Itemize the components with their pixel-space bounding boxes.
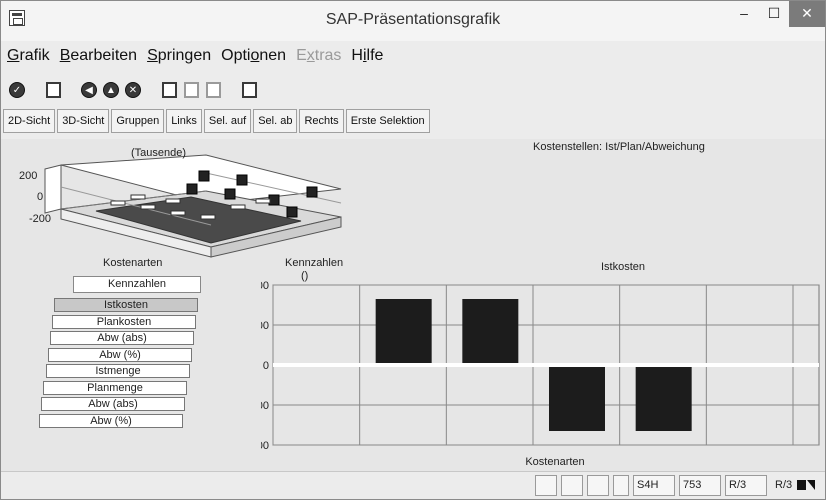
app-window: SAP-Präsentationsgrafik – ☐ ✕ Grafik Bear… — [0, 0, 826, 500]
status-session: 753 — [679, 475, 721, 496]
cancel-icon[interactable]: ✕ — [123, 80, 143, 100]
axis-kostenarten: Kostenarten — [103, 257, 163, 269]
bar — [635, 365, 692, 431]
y-tick-label: 100 — [261, 320, 269, 332]
y-unit-label: () — [301, 270, 308, 282]
back-icon[interactable]: ◀ — [79, 80, 99, 100]
overview-ytick-0: 0 — [37, 191, 44, 203]
legend-item[interactable]: Planmenge — [43, 380, 187, 395]
status-dropdown-icon[interactable] — [807, 480, 815, 490]
x-axis-label: Kostenarten — [525, 456, 584, 468]
view-button-sel-auf[interactable]: Sel. auf — [203, 109, 252, 133]
status-bar: S4H 753 R/3 R/3 — [1, 471, 825, 499]
status-field-empty-4 — [613, 475, 629, 496]
overview-unit-label: (Tausende) — [131, 147, 187, 159]
toolbar: ✓ ◀ ▲ ✕ — [7, 78, 261, 102]
find-icon[interactable] — [181, 80, 201, 100]
view-button-row: 2D-Sicht 3D-Sicht Gruppen Links Sel. auf Sel.… — [3, 109, 432, 133]
legend-header[interactable]: Kennzahlen — [73, 276, 201, 293]
status-client: R/3 — [725, 475, 767, 496]
y-tick-label: 0 — [263, 360, 269, 372]
legend-item[interactable]: Plankosten — [52, 314, 196, 329]
y-tick-label: -100 — [261, 400, 269, 412]
graphics-area: (Tausende) 200 0 -200 Kostenstellen: Ist… — [1, 139, 825, 471]
bar — [375, 299, 432, 365]
legend-item[interactable]: Abw (%) — [39, 413, 183, 428]
view-button-3d-sicht[interactable]: 3D-Sicht — [57, 109, 110, 133]
legend-item[interactable]: Abw (abs) — [50, 331, 194, 345]
menu-grafik[interactable]: Grafik — [7, 47, 50, 71]
view-button-gruppen[interactable]: Gruppen — [111, 109, 165, 133]
view-button-rechts[interactable]: Rechts — [299, 109, 344, 133]
y-tick-label: -200 — [261, 440, 269, 452]
close-button[interactable]: ✕ — [789, 1, 825, 27]
overview-ytick-200: 200 — [19, 170, 38, 182]
legend-list: Istkosten Plankosten Abw (abs) Abw (%) Istme… — [39, 298, 201, 432]
print-icon[interactable] — [159, 80, 179, 100]
check-icon[interactable]: ✓ — [7, 80, 27, 100]
status-indicator-icon[interactable] — [797, 480, 806, 490]
status-field-empty-3 — [587, 475, 609, 496]
menu-extras[interactable]: Extras — [296, 47, 341, 71]
bar — [549, 365, 605, 431]
view-button-links[interactable]: Links — [166, 109, 202, 133]
menu-optionen[interactable]: Optionen — [221, 47, 286, 71]
maximize-button[interactable]: ☐ — [759, 1, 789, 27]
status-field-empty-2 — [561, 475, 583, 496]
find-next-icon[interactable] — [203, 80, 223, 100]
menu-bar: Grafik Bearbeiten Springen Optionen Extras Hi… — [1, 47, 393, 71]
minimize-button[interactable]: – — [729, 1, 759, 27]
status-system: S4H — [633, 475, 675, 496]
bar — [462, 299, 519, 365]
y-tick-label: 200 — [261, 280, 269, 292]
menu-bearbeiten[interactable]: Bearbeiten — [60, 47, 137, 71]
save-icon[interactable] — [43, 80, 63, 100]
menu-springen[interactable]: Springen — [147, 47, 211, 71]
menu-hilfe[interactable]: Hilfe — [351, 47, 383, 71]
legend-item[interactable]: Abw (abs) — [41, 397, 185, 411]
view-button-sel-ab[interactable]: Sel. ab — [253, 109, 298, 133]
legend-item[interactable]: Abw (%) — [48, 347, 192, 362]
overview-title: Kostenstellen: Ist/Plan/Abweichung — [533, 141, 705, 153]
main-bar-chart[interactable]: 200 100 0 -100 -200 () Kostenarten — [261, 259, 821, 469]
status-mode: R/3 — [775, 479, 793, 491]
overview-ytick-minus200: -200 — [29, 213, 52, 225]
exit-icon[interactable]: ▲ — [101, 80, 121, 100]
view-button-2d-sicht[interactable]: 2D-Sicht — [3, 109, 56, 133]
window-title: SAP-Präsentationsgrafik — [325, 11, 501, 28]
view-button-erste-selektion[interactable]: Erste Selektion — [345, 109, 430, 133]
status-field-empty-1 — [535, 475, 557, 496]
legend-item[interactable]: Istmenge — [46, 364, 190, 378]
legend-item[interactable]: Istkosten — [54, 298, 198, 312]
help-icon[interactable] — [239, 80, 259, 100]
title-bar: SAP-Präsentationsgrafik – ☐ ✕ — [1, 1, 825, 41]
